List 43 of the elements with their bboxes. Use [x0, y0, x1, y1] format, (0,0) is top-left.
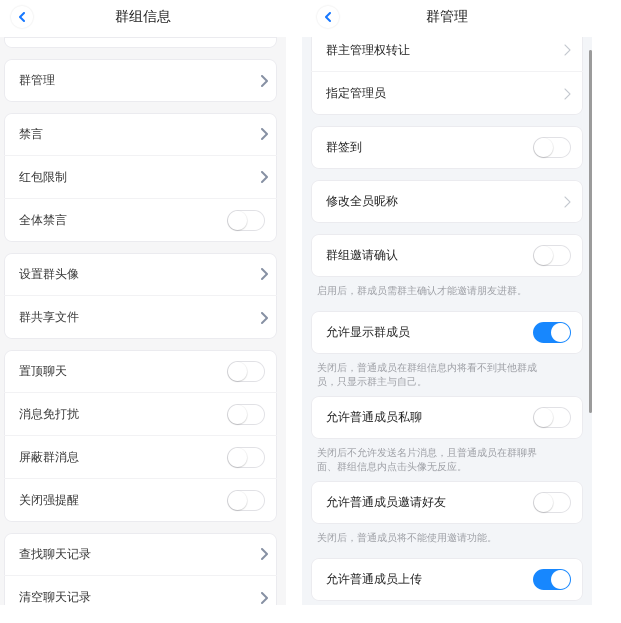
- menu-item[interactable]: 查找聊天记录: [4, 533, 277, 576]
- setting-label: 群签到: [326, 139, 362, 156]
- setting-label: 屏蔽群消息: [19, 448, 79, 466]
- chevron-left-icon: [325, 12, 331, 22]
- chevron-right-icon: [564, 196, 571, 208]
- menu-item[interactable]: 清空聊天记录: [4, 576, 277, 605]
- menu-item[interactable]: 设置群头像: [4, 253, 277, 296]
- menu-item[interactable]: 群主管理权转让: [311, 37, 583, 72]
- chevron-right-icon: [261, 171, 268, 183]
- chevron-right-icon: [564, 44, 571, 56]
- back-button[interactable]: [317, 6, 339, 28]
- page-title: 群组信息: [115, 8, 171, 26]
- menu-item[interactable]: 红包限制: [4, 156, 277, 199]
- toggle-switch[interactable]: [533, 322, 571, 343]
- setting-label: 允许普通成员私聊: [326, 409, 422, 426]
- setting-label: 允许普通成员上传: [326, 571, 422, 588]
- back-button[interactable]: [11, 6, 33, 28]
- setting-label: 消息免打扰: [19, 406, 79, 422]
- toggle-switch[interactable]: [533, 569, 571, 590]
- hint-text: 启用后，群成员需群主确认才能邀请朋友进群。: [317, 285, 527, 298]
- chevron-left-icon: [19, 12, 25, 22]
- setting-label: 群组邀请确认: [326, 247, 398, 264]
- page-title: 群管理: [426, 8, 468, 26]
- hint-text: 关闭后不允许发送名片消息，且普通成员在群聊界面、群组信息内点击头像无反应。: [317, 447, 538, 474]
- chevron-right-icon: [564, 88, 571, 100]
- chevron-right-icon: [261, 128, 268, 140]
- chevron-right-icon: [261, 268, 268, 280]
- hint-text: 关闭后，普通成员将不能使用邀请功能。: [317, 532, 497, 546]
- menu-item[interactable]: 群管理: [4, 59, 277, 102]
- setting-label: 置顶聊天: [19, 362, 67, 380]
- chevron-right-icon: [261, 74, 268, 86]
- chevron-right-icon: [261, 592, 268, 604]
- menu-item[interactable]: 群共享文件: [4, 296, 277, 339]
- menu-item[interactable]: 禁言: [4, 113, 277, 156]
- menu-item[interactable]: 修改全员昵称: [311, 180, 583, 223]
- setting-label: 允许显示群成员: [326, 324, 410, 341]
- menu-item[interactable]: 指定管理员: [311, 72, 583, 115]
- chevron-right-icon: [261, 312, 268, 324]
- setting-label: 关闭强提醒: [19, 492, 79, 509]
- hint-text: 关闭后，普通成员在群组信息内将看不到其他群成员，只显示群主与自己。: [317, 362, 538, 389]
- chevron-right-icon: [261, 548, 268, 560]
- setting-label: 允许普通成员邀请好友: [326, 494, 446, 511]
- setting-label: 全体禁言: [19, 212, 67, 229]
